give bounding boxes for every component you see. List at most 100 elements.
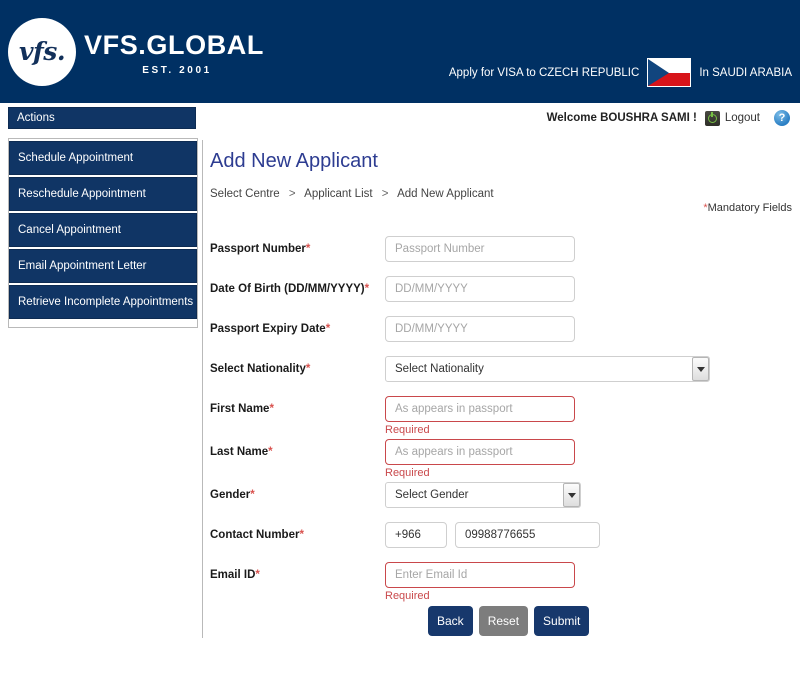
- sidebar-menu: Schedule Appointment Reschedule Appointm…: [9, 141, 197, 321]
- sidebar-item-label: Schedule Appointment: [18, 152, 134, 164]
- contact-number-input[interactable]: [455, 522, 600, 548]
- first-name-label-text: First Name: [210, 403, 270, 415]
- breadcrumb-item-select-centre[interactable]: Select Centre: [210, 188, 280, 200]
- passport-expiry-label: Passport Expiry Date*: [210, 316, 385, 335]
- sidebar-item-reschedule-appointment[interactable]: Reschedule Appointment: [9, 177, 197, 211]
- required-marker: *: [305, 363, 311, 375]
- passport-expiry-control: [385, 316, 790, 342]
- field-row-nationality: Select Nationality* Select Nationality: [210, 356, 790, 382]
- passport-expiry-label-text: Passport Expiry Date: [210, 323, 326, 335]
- actions-panel-header: Actions: [8, 107, 196, 129]
- contact-number-label-text: Contact Number: [210, 529, 300, 541]
- sidebar-item-label: Retrieve Incomplete Appointments: [18, 296, 194, 308]
- first-name-input[interactable]: [385, 396, 575, 422]
- last-name-label: Last Name*: [210, 439, 385, 458]
- logout-label: Logout: [724, 112, 760, 124]
- first-name-control: Required: [385, 396, 790, 439]
- applying-country-text: In SAUDI ARABIA: [699, 66, 792, 79]
- required-marker: *: [255, 569, 260, 581]
- passport-number-label: Passport Number*: [210, 236, 385, 255]
- last-name-label-text: Last Name: [210, 446, 269, 458]
- email-id-label: Email ID*: [210, 562, 385, 581]
- required-marker: *: [325, 323, 331, 335]
- chevron-down-icon[interactable]: [692, 357, 709, 381]
- nationality-control: Select Nationality: [385, 356, 790, 382]
- required-marker: *: [269, 403, 274, 415]
- visa-context-line: Apply for VISA to CZECH REPUBLIC In SAUD…: [449, 58, 792, 87]
- breadcrumb-separator: >: [288, 188, 296, 200]
- required-marker: *: [299, 529, 304, 541]
- sidebar-item-label: Reschedule Appointment: [18, 188, 146, 200]
- field-row-contact-number: Contact Number*: [210, 522, 790, 548]
- date-of-birth-input[interactable]: [385, 276, 575, 302]
- passport-number-label-text: Passport Number: [210, 243, 306, 255]
- contact-number-control: [385, 522, 790, 548]
- date-of-birth-label: Date Of Birth (DD/MM/YYYY)*: [210, 276, 385, 295]
- phone-group: [385, 522, 790, 548]
- add-applicant-form: Passport Number* Date Of Birth (DD/MM/YY…: [210, 236, 790, 605]
- field-row-passport-expiry-date: Passport Expiry Date*: [210, 316, 790, 342]
- chevron-down-icon[interactable]: [563, 483, 580, 507]
- breadcrumb-item-add-new-applicant: Add New Applicant: [397, 188, 494, 200]
- brand-name: VFS.GLOBAL: [84, 30, 264, 60]
- reset-button[interactable]: Reset: [478, 606, 529, 636]
- last-name-input[interactable]: [385, 439, 575, 465]
- passport-expiry-input[interactable]: [385, 316, 575, 342]
- logout-button[interactable]: Logout: [704, 110, 760, 126]
- actions-sidebar: Schedule Appointment Reschedule Appointm…: [8, 138, 198, 328]
- sidebar-item-cancel-appointment[interactable]: Cancel Appointment: [9, 213, 197, 247]
- czech-republic-flag-icon: [647, 58, 692, 87]
- actions-header-label: Actions: [17, 112, 55, 124]
- apply-for-visa-text: Apply for VISA to CZECH REPUBLIC: [448, 66, 640, 79]
- email-id-error: Required: [385, 590, 430, 602]
- sidebar-item-schedule-appointment[interactable]: Schedule Appointment: [9, 141, 197, 175]
- nationality-select-wrapper: Select Nationality: [385, 356, 710, 382]
- gender-label: Gender*: [210, 482, 385, 501]
- breadcrumb-item-applicant-list[interactable]: Applicant List: [304, 188, 372, 200]
- vfs-logo: vfs.: [8, 18, 76, 86]
- sidebar-item-label: Cancel Appointment: [18, 224, 121, 236]
- field-row-first-name: First Name* Required: [210, 396, 790, 439]
- back-button[interactable]: Back: [428, 606, 473, 636]
- field-row-last-name: Last Name* Required: [210, 439, 790, 482]
- vfs-logo-text: vfs.: [18, 36, 66, 66]
- mandatory-fields-note: *Mandatory Fields: [703, 202, 792, 214]
- contact-number-label: Contact Number*: [210, 522, 385, 541]
- date-of-birth-label-text: Date Of Birth (DD/MM/YYYY): [210, 283, 365, 295]
- required-marker: *: [364, 283, 370, 295]
- passport-number-input[interactable]: [385, 236, 575, 262]
- form-actions: Back Reset Submit: [428, 606, 590, 636]
- country-code-input[interactable]: [385, 522, 447, 548]
- gender-control: Select Gender: [385, 482, 790, 508]
- required-marker: *: [268, 446, 273, 458]
- required-marker: *: [305, 243, 311, 255]
- content-divider: [202, 140, 203, 638]
- brand-block: VFS.GLOBAL EST. 2001: [84, 30, 264, 77]
- breadcrumb-separator: >: [381, 188, 389, 200]
- gender-label-text: Gender: [210, 489, 251, 501]
- field-row-gender: Gender* Select Gender: [210, 482, 790, 508]
- email-id-input[interactable]: [385, 562, 575, 588]
- site-header: vfs. VFS.GLOBAL EST. 2001 Apply for VISA…: [0, 0, 800, 103]
- gender-select[interactable]: Select Gender: [385, 482, 581, 508]
- sidebar-item-retrieve-incomplete-appointments[interactable]: Retrieve Incomplete Appointments: [9, 285, 197, 319]
- gender-select-wrapper: Select Gender: [385, 482, 581, 508]
- breadcrumb: Select Centre > Applicant List > Add New…: [210, 188, 494, 200]
- sidebar-item-label: Email Appointment Letter: [18, 260, 147, 272]
- field-row-email-id: Email ID* Required: [210, 562, 790, 605]
- required-marker: *: [250, 489, 255, 501]
- date-of-birth-control: [385, 276, 790, 302]
- email-id-label-text: Email ID: [210, 569, 256, 581]
- last-name-control: Required: [385, 439, 790, 482]
- last-name-error: Required: [385, 467, 430, 479]
- passport-number-control: [385, 236, 790, 262]
- help-icon[interactable]: ?: [774, 110, 790, 126]
- brand-established: EST. 2001: [142, 65, 212, 76]
- power-icon: [704, 110, 720, 126]
- page-title: Add New Applicant: [210, 150, 378, 172]
- sidebar-item-email-appointment-letter[interactable]: Email Appointment Letter: [9, 249, 197, 283]
- mandatory-fields-label: Mandatory Fields: [707, 202, 792, 214]
- submit-button[interactable]: Submit: [534, 606, 590, 636]
- nationality-select[interactable]: Select Nationality: [385, 356, 710, 382]
- field-row-passport-number: Passport Number*: [210, 236, 790, 262]
